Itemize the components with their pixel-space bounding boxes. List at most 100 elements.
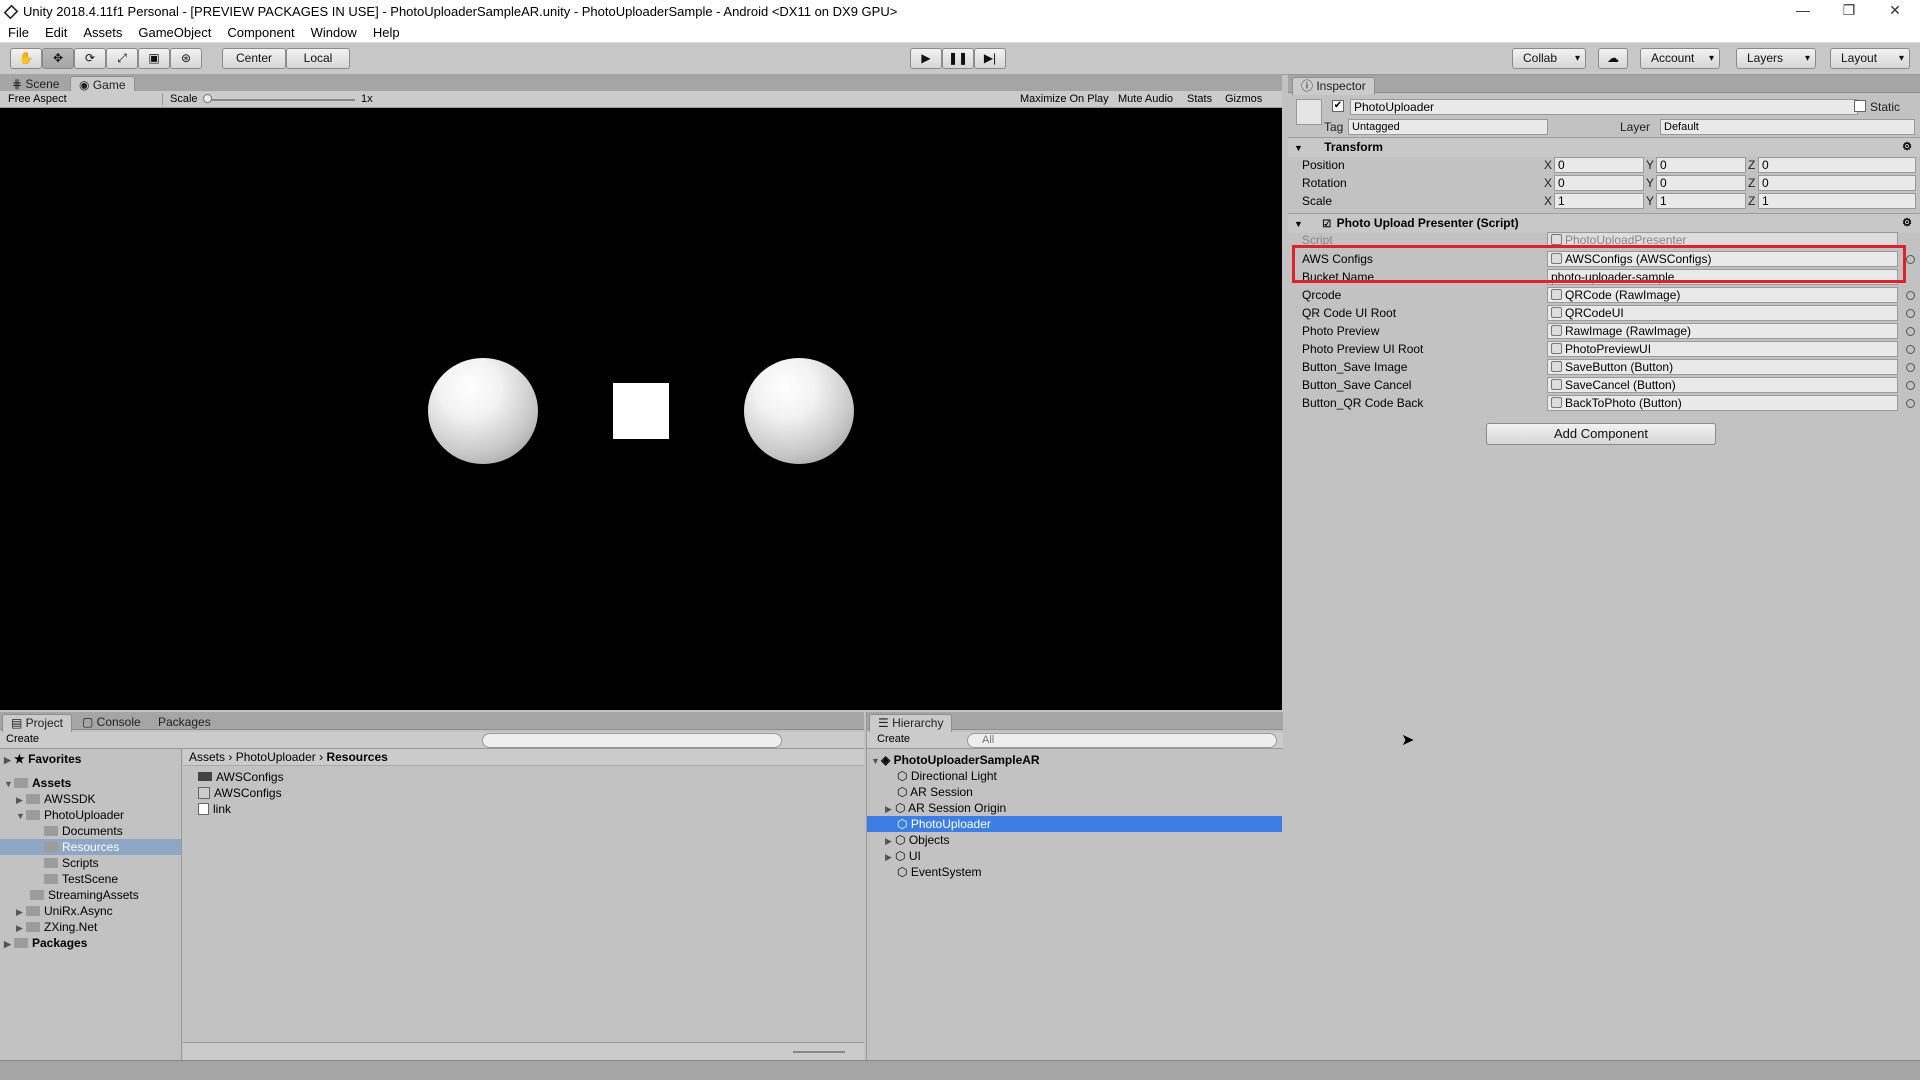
file-item[interactable]: AWSConfigs <box>198 785 282 801</box>
hierarchy-item[interactable]: ⬡ Directional Light <box>897 768 997 784</box>
tree-favorites[interactable]: ▶ ★ Favorites <box>4 751 81 767</box>
account-dropdown[interactable]: Account <box>1640 48 1720 69</box>
script-field-value[interactable]: QRCode (RawImage) <box>1547 287 1898 303</box>
rotation-y[interactable]: 0 <box>1656 175 1746 191</box>
file-item[interactable]: link <box>198 801 231 817</box>
enabled-checkbox-icon[interactable]: ☑ <box>1322 219 1331 230</box>
menu-window[interactable]: Window <box>303 25 365 40</box>
hierarchy-item[interactable]: ▶ ⬡ UI <box>885 848 921 864</box>
hierarchy-item[interactable]: ⬡ EventSystem <box>897 864 982 880</box>
file-item[interactable]: AWSConfigs <box>198 769 284 785</box>
tree-awssdk[interactable]: ▶ AWSSDK <box>16 791 96 807</box>
minimize-button[interactable]: — <box>1780 0 1826 23</box>
tab-hierarchy[interactable]: ☰ Hierarchy <box>869 714 953 732</box>
game-view[interactable] <box>0 108 1282 710</box>
tree-zxing[interactable]: ▶ ZXing.Net <box>16 919 97 935</box>
menu-gameobject[interactable]: GameObject <box>130 25 219 40</box>
tree-scripts[interactable]: Scripts <box>44 855 99 871</box>
script-field-value[interactable]: QRCodeUI <box>1547 305 1898 321</box>
maximize-on-play-toggle[interactable]: Maximize On Play <box>1020 93 1109 105</box>
script-field-value[interactable]: SaveButton (Button) <box>1547 359 1898 375</box>
mute-audio-toggle[interactable]: Mute Audio <box>1118 93 1173 105</box>
script-field-value[interactable]: PhotoPreviewUI <box>1547 341 1898 357</box>
layout-dropdown[interactable]: Layout <box>1830 48 1910 69</box>
component-settings-icon[interactable]: ⚙ <box>1902 138 1912 157</box>
script-field-value[interactable]: RawImage (RawImage) <box>1547 323 1898 339</box>
scale-y[interactable]: 1 <box>1656 193 1746 209</box>
project-search-input[interactable] <box>482 733 782 748</box>
script-field-value[interactable]: SaveCancel (Button) <box>1547 377 1898 393</box>
collab-dropdown[interactable]: Collab <box>1512 48 1586 69</box>
project-create-dropdown[interactable]: Create <box>6 733 39 745</box>
tab-console[interactable]: ▢ Console <box>74 714 149 732</box>
hierarchy-scene-root[interactable]: ▼◈ PhotoUploaderSampleAR <box>871 752 1040 768</box>
menu-file[interactable]: File <box>0 25 37 40</box>
hand-tool-button[interactable]: ✋ <box>10 48 42 69</box>
cloud-button[interactable]: ☁ <box>1598 48 1628 69</box>
rect-tool-button[interactable]: ▣ <box>138 48 170 69</box>
object-picker-icon[interactable] <box>1906 309 1915 318</box>
object-picker-icon[interactable] <box>1906 399 1915 408</box>
hierarchy-item[interactable]: ▶ ⬡ AR Session Origin <box>885 800 1006 816</box>
component-settings-icon[interactable]: ⚙ <box>1902 214 1912 233</box>
play-button[interactable]: ▶ <box>910 48 942 69</box>
maximize-button[interactable]: ❐ <box>1826 0 1872 23</box>
tag-dropdown[interactable]: Untagged <box>1348 119 1548 135</box>
menu-component[interactable]: Component <box>219 25 302 40</box>
tree-photouploader[interactable]: ▼ PhotoUploader <box>16 807 124 823</box>
rotation-x[interactable]: 0 <box>1554 175 1644 191</box>
object-picker-icon[interactable] <box>1906 345 1915 354</box>
stats-toggle[interactable]: Stats <box>1187 93 1212 105</box>
object-picker-icon[interactable] <box>1906 381 1915 390</box>
tree-unirx[interactable]: ▶ UniRx.Async <box>16 903 113 919</box>
tab-inspector[interactable]: ⓘ Inspector <box>1292 77 1375 95</box>
tree-resources[interactable]: Resources <box>0 839 181 855</box>
script-component-header[interactable]: ▼ ☑ Photo Upload Presenter (Script) ⚙ <box>1288 213 1920 233</box>
scale-slider-handle[interactable] <box>203 94 212 103</box>
close-button[interactable]: ✕ <box>1872 0 1918 23</box>
menu-assets[interactable]: Assets <box>75 25 130 40</box>
gizmos-dropdown[interactable]: Gizmos <box>1225 93 1262 105</box>
menu-edit[interactable]: Edit <box>37 25 75 40</box>
tree-assets[interactable]: ▼ Assets <box>4 775 71 791</box>
pause-button[interactable]: ❚❚ <box>942 48 974 69</box>
tree-testscene[interactable]: TestScene <box>44 871 118 887</box>
scale-x[interactable]: 1 <box>1554 193 1644 209</box>
hierarchy-create-dropdown[interactable]: Create <box>877 733 910 745</box>
tree-documents[interactable]: Documents <box>44 823 123 839</box>
tree-packages[interactable]: ▶ Packages <box>4 935 87 951</box>
scale-z[interactable]: 1 <box>1758 193 1916 209</box>
position-z[interactable]: 0 <box>1758 157 1916 173</box>
icon-size-slider[interactable] <box>793 1051 845 1053</box>
scale-slider[interactable] <box>205 99 355 101</box>
object-picker-icon[interactable] <box>1906 255 1915 264</box>
pivot-local-button[interactable]: Local <box>286 48 350 69</box>
aspect-dropdown[interactable]: Free Aspect <box>8 93 163 105</box>
object-picker-icon[interactable] <box>1906 291 1915 300</box>
move-tool-button[interactable]: ✥ <box>42 48 74 69</box>
position-y[interactable]: 0 <box>1656 157 1746 173</box>
add-component-button[interactable]: Add Component <box>1486 423 1716 445</box>
hierarchy-item[interactable]: ▶ ⬡ Objects <box>885 832 950 848</box>
breadcrumb-photouploader[interactable]: PhotoUploader <box>236 750 316 764</box>
hierarchy-item-selected[interactable]: ⬡ PhotoUploader <box>867 816 1282 832</box>
hierarchy-search-input[interactable]: All <box>967 733 1277 748</box>
rotate-tool-button[interactable]: ⟳ <box>74 48 106 69</box>
static-checkbox[interactable] <box>1854 100 1866 112</box>
pivot-center-button[interactable]: Center <box>222 48 286 69</box>
script-field-value[interactable]: BackToPhoto (Button) <box>1547 395 1898 411</box>
rotation-z[interactable]: 0 <box>1758 175 1916 191</box>
breadcrumb-assets[interactable]: Assets <box>189 750 225 764</box>
object-picker-icon[interactable] <box>1906 363 1915 372</box>
object-name-field[interactable]: PhotoUploader <box>1350 99 1858 115</box>
tree-streamingassets[interactable]: StreamingAssets <box>30 887 139 903</box>
object-picker-icon[interactable] <box>1906 327 1915 336</box>
scale-tool-button[interactable]: ⤢ <box>106 48 138 69</box>
transform-header[interactable]: ▼ Transform ⚙ <box>1288 137 1920 157</box>
active-checkbox[interactable]: ✔ <box>1332 100 1344 112</box>
hierarchy-item[interactable]: ⬡ AR Session <box>897 784 973 800</box>
transform-tool-button[interactable]: ⊛ <box>170 48 202 69</box>
step-button[interactable]: ▶| <box>974 48 1006 69</box>
position-x[interactable]: 0 <box>1554 157 1644 173</box>
menu-help[interactable]: Help <box>365 25 408 40</box>
